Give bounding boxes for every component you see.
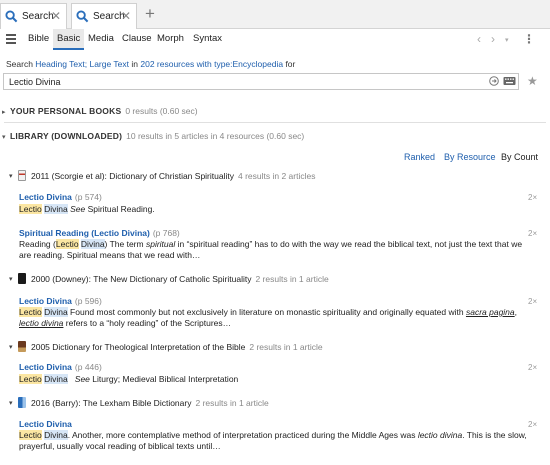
close-icon[interactable]: ✕ (121, 9, 131, 23)
tab-morph[interactable]: Morph (153, 29, 188, 50)
expanded-caret-icon: ▾ (9, 172, 13, 180)
search-icon (5, 10, 18, 23)
hit-heading: Lectio Divina (p 446) (19, 362, 102, 372)
article-link[interactable]: Lectio Divina (19, 192, 72, 202)
search-icon (76, 10, 89, 23)
hit-snippet: Lectio Divina Found most commonly but no… (19, 307, 518, 328)
hit-snippet: Reading (Lectio Divina) The term spiritu… (19, 239, 523, 260)
tab-basic[interactable]: Basic (53, 29, 85, 50)
forward-icon[interactable]: › (491, 32, 495, 46)
search-input[interactable] (4, 74, 474, 89)
search-box (3, 73, 519, 90)
article-link[interactable]: Lectio Divina (19, 362, 72, 372)
search-description: Search Heading Text; Large Text in 202 r… (6, 59, 296, 69)
book-cover-icon (18, 273, 26, 284)
go-arrow-icon[interactable] (489, 76, 499, 86)
divider (4, 122, 546, 123)
tab-clause[interactable]: Clause (118, 29, 156, 50)
keyboard-icon[interactable] (503, 76, 516, 86)
hit-snippet: Lectio Divina. Another, more contemplati… (19, 430, 527, 451)
tab-bible[interactable]: Bible (24, 29, 53, 50)
sort-by-resource[interactable]: By Resource (444, 152, 496, 162)
collapsed-caret-icon: ▸ (2, 109, 6, 116)
hit-heading: Lectio Divina (19, 419, 75, 429)
book-cover-icon (18, 341, 26, 352)
resource-header[interactable]: ▾ 2011 (Scorgie et al): Dictionary of Ch… (9, 170, 315, 181)
book-cover-icon (18, 397, 26, 408)
resources-link[interactable]: 202 resources with type:Encyclopedia (140, 59, 283, 69)
resource-header[interactable]: ▾ 2016 (Barry): The Lexham Bible Diction… (9, 397, 269, 408)
expanded-caret-icon: ▾ (9, 399, 13, 407)
section-personal-books[interactable]: ▸ YOUR PERSONAL BOOKS 0 results (0.60 sec) (2, 106, 198, 116)
new-tab-button[interactable]: + (145, 4, 155, 24)
book-cover-icon (18, 170, 26, 181)
hit-count: 2× (528, 363, 538, 372)
expanded-caret-icon: ▾ (9, 343, 13, 351)
history-dropdown-icon[interactable]: ▾ (505, 36, 509, 44)
tab-media[interactable]: Media (84, 29, 118, 50)
hit-count: 2× (528, 229, 538, 238)
resource-title: 2011 (Scorgie et al): Dictionary of Chri… (31, 170, 234, 181)
hit-count: 2× (528, 193, 538, 202)
hit-count: 2× (528, 297, 538, 306)
tab-syntax[interactable]: Syntax (189, 29, 226, 50)
resource-title: 2016 (Barry): The Lexham Bible Dictionar… (31, 397, 192, 408)
tab-bar: Search ✕ Search ✕ + (0, 0, 550, 29)
menu-icon[interactable] (6, 34, 16, 46)
hit-snippet: Lectio Divina See Spiritual Reading. (19, 204, 155, 214)
tab-label: Search (93, 11, 125, 22)
hit-heading: Lectio Divina (p 574) (19, 192, 102, 202)
expanded-caret-icon: ▾ (9, 275, 13, 283)
article-link[interactable]: Spiritual Reading (Lectio Divina) (19, 228, 150, 238)
tab-search-2[interactable]: Search ✕ (71, 3, 137, 29)
article-link[interactable]: Lectio Divina (19, 419, 72, 429)
resource-header[interactable]: ▾ 2005 Dictionary for Theological Interp… (9, 341, 323, 352)
sort-ranked[interactable]: Ranked (404, 152, 435, 162)
article-link[interactable]: Lectio Divina (19, 296, 72, 306)
resource-title: 2005 Dictionary for Theological Interpre… (31, 341, 246, 352)
resource-title: 2000 (Downey): The New Dictionary of Cat… (31, 273, 252, 284)
resource-header[interactable]: ▾ 2000 (Downey): The New Dictionary of C… (9, 273, 329, 284)
hit-snippet: Lectio Divina See Liturgy; Medieval Bibl… (19, 374, 239, 384)
tab-label: Search (22, 11, 54, 22)
back-icon[interactable]: ‹ (477, 32, 481, 46)
hit-count: 2× (528, 420, 538, 429)
search-toolbar: Bible Basic Media Clause Morph Syntax ‹ … (0, 29, 550, 50)
close-icon[interactable]: ✕ (51, 9, 61, 23)
hit-heading: Spiritual Reading (Lectio Divina) (p 768) (19, 228, 180, 238)
hit-heading: Lectio Divina (p 596) (19, 296, 102, 306)
tab-search-1[interactable]: Search ✕ (0, 3, 67, 29)
search-fields-link[interactable]: Heading Text; Large Text (35, 59, 129, 69)
more-options-icon[interactable]: ⋮ (523, 32, 535, 46)
favorite-star-icon[interactable]: ★ (527, 74, 538, 88)
expanded-caret-icon: ▾ (2, 134, 6, 141)
sort-by-count[interactable]: By Count (501, 152, 538, 162)
section-library[interactable]: ▾ LIBRARY (DOWNLOADED) 10 results in 5 art… (2, 131, 304, 141)
